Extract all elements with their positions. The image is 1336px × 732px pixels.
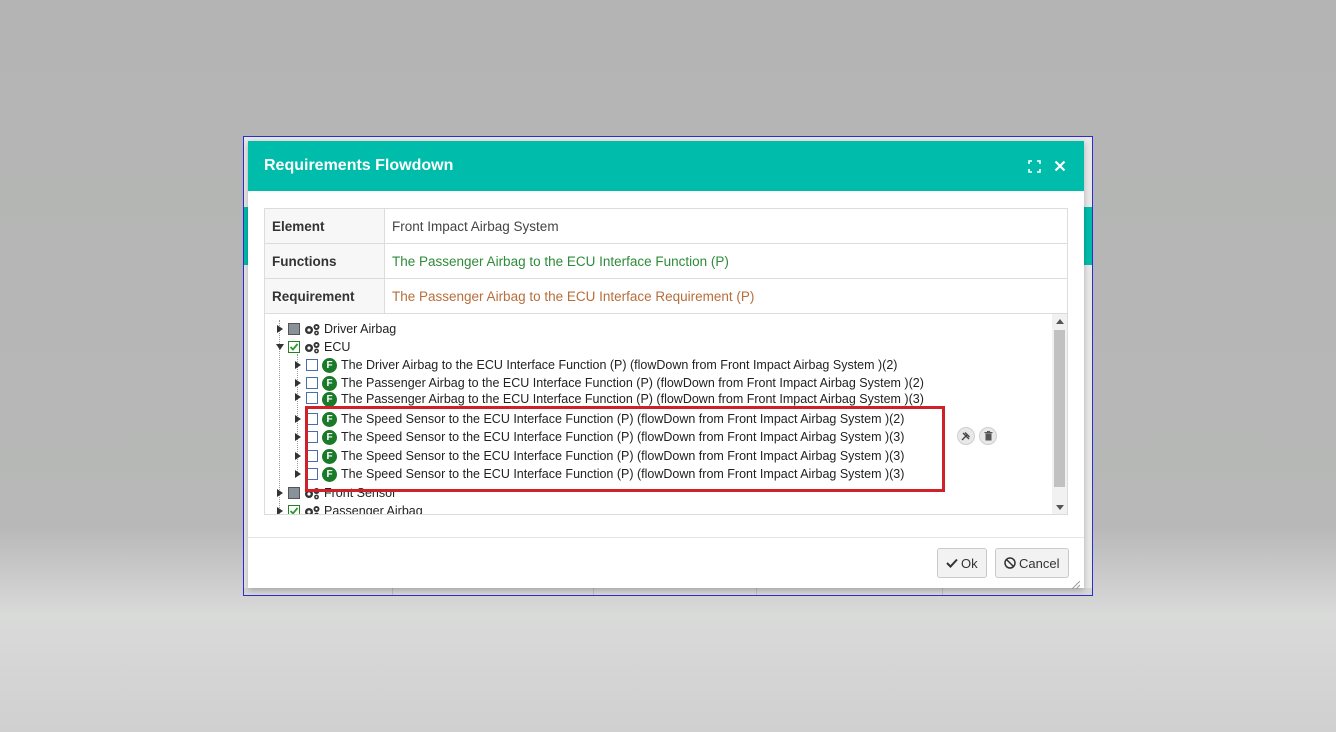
tree-node-function[interactable]: F The Speed Sensor to the ECU Interface … (293, 428, 904, 446)
function-badge-icon: F (322, 429, 337, 445)
functions-row: Functions The Passenger Airbag to the EC… (264, 243, 1068, 279)
function-badge-icon: F (322, 375, 337, 391)
expand-arrow-icon[interactable] (293, 451, 303, 461)
resize-grip-icon[interactable] (1071, 576, 1081, 590)
check-icon (946, 558, 958, 568)
row-actions (957, 427, 997, 445)
cancel-button[interactable]: Cancel (995, 548, 1069, 578)
tree-node-label: The Passenger Airbag to the ECU Interfac… (341, 376, 924, 390)
tree-node-label: The Driver Airbag to the ECU Interface F… (341, 358, 898, 372)
dialog-header: Requirements Flowdown (248, 141, 1084, 191)
checkbox[interactable] (306, 392, 318, 404)
tree-node-function[interactable]: F The Speed Sensor to the ECU Interface … (293, 410, 904, 428)
tree-node-driver-airbag[interactable]: Driver Airbag (275, 320, 396, 338)
expand-arrow-icon[interactable] (275, 324, 285, 334)
requirements-flowdown-dialog: Requirements Flowdown Element Front Impa… (248, 141, 1084, 590)
tree-node-front-sensor[interactable]: Front Sensor (275, 484, 396, 502)
tree-node-ecu[interactable]: ECU (275, 338, 350, 356)
checkbox[interactable] (306, 468, 318, 480)
background-teal-panel (1084, 207, 1092, 265)
collapse-arrow-icon[interactable] (275, 342, 285, 352)
checkbox[interactable] (306, 431, 318, 443)
tree-node-label: Front Sensor (324, 486, 397, 500)
functions-value: The Passenger Airbag to the ECU Interfac… (384, 243, 1068, 279)
expand-arrow-icon[interactable] (293, 432, 303, 442)
scroll-up-arrow-icon[interactable] (1052, 314, 1067, 328)
background-table-strip (244, 588, 1092, 595)
scroll-down-arrow-icon[interactable] (1052, 500, 1067, 514)
tree-node-label: The Speed Sensor to the ECU Interface Fu… (341, 430, 905, 444)
expand-arrow-icon[interactable] (293, 360, 303, 370)
ok-label: Ok (961, 555, 978, 571)
ok-button[interactable]: Ok (937, 548, 987, 578)
checkbox[interactable] (288, 505, 300, 514)
footer-divider (248, 537, 1084, 538)
checkbox[interactable] (306, 359, 318, 371)
functions-label: Functions (264, 243, 385, 279)
checkbox[interactable] (288, 323, 300, 335)
tree-node-label: The Speed Sensor to the ECU Interface Fu… (341, 412, 905, 426)
info-table: Element Front Impact Airbag System Funct… (264, 208, 1068, 314)
requirement-value: The Passenger Airbag to the ECU Interfac… (384, 278, 1068, 314)
tree-node-label: Passenger Airbag (324, 504, 423, 515)
function-badge-icon: F (322, 357, 337, 373)
expand-arrow-icon[interactable] (293, 378, 303, 388)
tools-icon[interactable] (957, 427, 975, 445)
checkbox[interactable] (306, 413, 318, 425)
expand-arrow-icon[interactable] (275, 506, 285, 514)
tree-node-label: The Speed Sensor to the ECU Interface Fu… (341, 449, 905, 463)
tree-node-label: Driver Airbag (324, 322, 397, 336)
ban-icon (1004, 557, 1016, 569)
gears-icon (304, 323, 321, 336)
requirement-row: Requirement The Passenger Airbag to the … (264, 278, 1068, 314)
expand-arrow-icon[interactable] (275, 488, 285, 498)
tree-node-label: The Speed Sensor to the ECU Interface Fu… (341, 467, 905, 481)
tree-node-function[interactable]: F The Driver Airbag to the ECU Interface… (293, 356, 897, 374)
function-badge-icon: F (322, 448, 337, 464)
element-value: Front Impact Airbag System (384, 208, 1068, 244)
expand-arrow-icon[interactable] (293, 469, 303, 479)
close-icon[interactable] (1052, 158, 1068, 174)
tree-node-function[interactable]: F The Speed Sensor to the ECU Interface … (293, 465, 904, 483)
tree-node-function[interactable]: F The Passenger Airbag to the ECU Interf… (293, 374, 924, 392)
checkbox[interactable] (288, 341, 300, 353)
requirement-label: Requirement (264, 278, 385, 314)
tree-node-function[interactable]: F The Passenger Airbag to the ECU Interf… (293, 392, 924, 406)
checkbox[interactable] (306, 450, 318, 462)
dialog-title: Requirements Flowdown (264, 157, 454, 174)
function-badge-icon: F (322, 392, 337, 406)
gears-icon (304, 505, 321, 514)
maximize-icon[interactable] (1026, 158, 1042, 174)
checkbox[interactable] (306, 377, 318, 389)
tree-node-function[interactable]: F The Speed Sensor to the ECU Interface … (293, 447, 904, 465)
function-badge-icon: F (322, 466, 337, 482)
gears-icon (304, 341, 321, 354)
expand-arrow-icon[interactable] (293, 414, 303, 424)
flowdown-tree[interactable]: Driver Airbag ECU F The Driver Airbag to… (264, 313, 1068, 515)
tree-node-passenger-airbag[interactable]: Passenger Airbag (275, 502, 423, 515)
cancel-label: Cancel (1019, 555, 1060, 571)
gears-icon (304, 487, 321, 500)
trash-icon[interactable] (979, 427, 997, 445)
function-badge-icon: F (322, 411, 337, 427)
expand-arrow-icon[interactable] (293, 392, 303, 402)
element-label: Element (264, 208, 385, 244)
checkbox[interactable] (288, 487, 300, 499)
tree-node-label: ECU (324, 340, 351, 354)
tree-scrollbar[interactable] (1052, 314, 1067, 514)
scroll-thumb[interactable] (1054, 330, 1065, 487)
element-row: Element Front Impact Airbag System (264, 208, 1068, 244)
tree-node-label: The Passenger Airbag to the ECU Interfac… (341, 392, 924, 406)
